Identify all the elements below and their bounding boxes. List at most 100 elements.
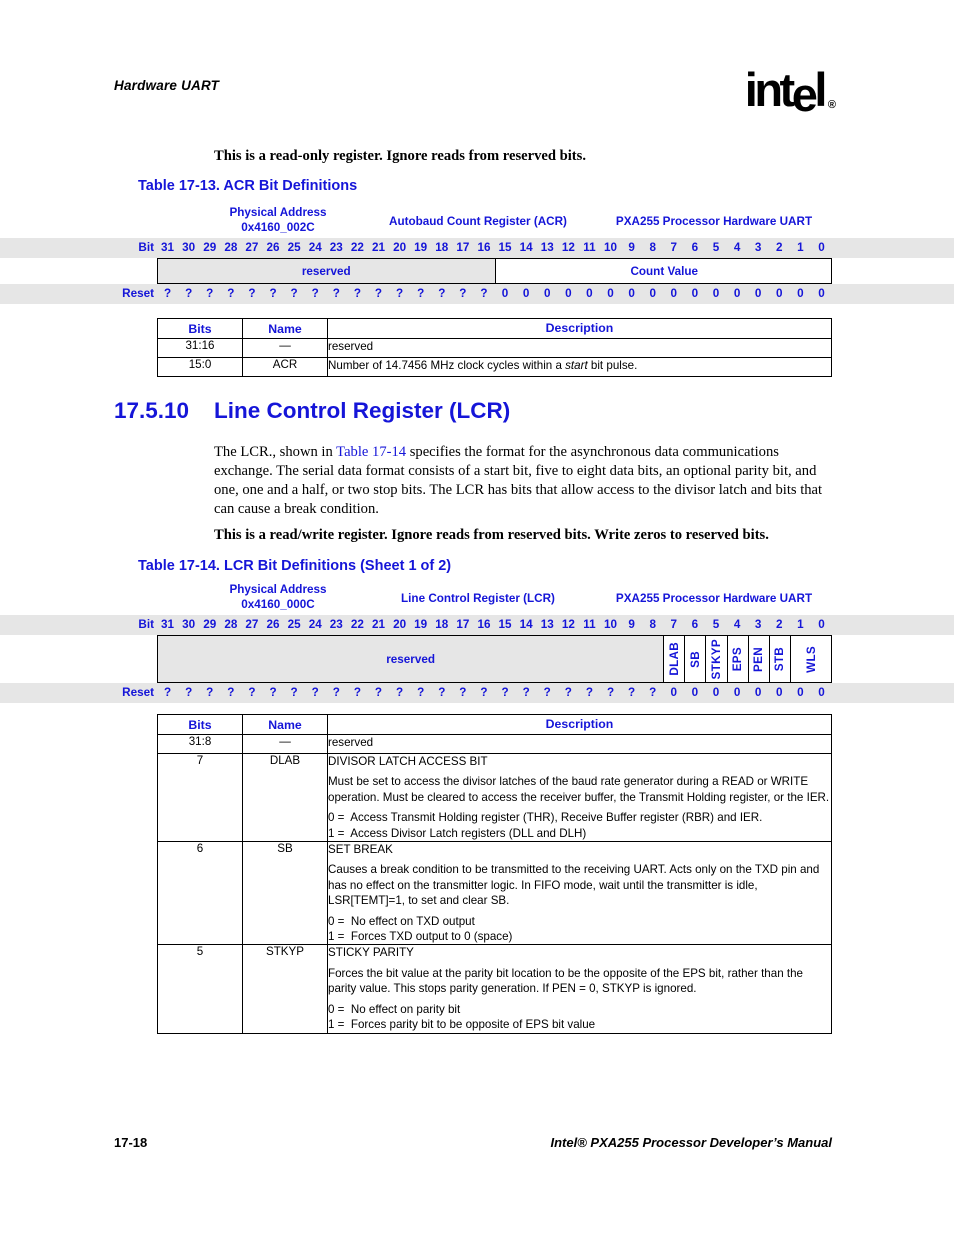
reset-value: ? <box>269 287 277 300</box>
cell-name: — <box>242 734 328 754</box>
footer-manual-brand: Intel <box>550 1135 578 1150</box>
acr-bit-definitions-table: Bits Name Description 31:16— reserved 15:0 ACR… <box>157 318 832 377</box>
table-row: 5 STKYP STICKY PARITY Forces the bit value … <box>157 944 832 1034</box>
register-field-label: reserved <box>386 652 435 666</box>
table-row: 6 SB SET BREAK Causes a break condition to … <box>157 841 832 946</box>
bit-number: 16 <box>477 618 491 631</box>
description-heading: STICKY PARITY <box>328 946 414 960</box>
reset-value: ? <box>206 686 214 699</box>
reset-value: 0 <box>797 686 804 699</box>
register-field-label: STKYP <box>709 638 723 680</box>
reset-value: 0 <box>712 287 720 300</box>
cell-description: reserved <box>327 734 832 754</box>
register-field-label: EPS <box>731 646 745 672</box>
register-field-label: reserved <box>301 264 351 278</box>
description-body: Causes a break condition to be transmitt… <box>328 863 820 908</box>
reset-value: ? <box>459 287 467 300</box>
bit-number: 7 <box>670 618 678 631</box>
description-heading: DIVISOR LATCH ACCESS BIT <box>328 755 488 768</box>
footer-registered-icon: ® <box>577 1135 587 1150</box>
register-field-label: WLS <box>805 645 819 673</box>
register-field-label: PEN <box>752 646 766 672</box>
cell-description: reserved <box>327 338 832 358</box>
description-body: Must be set to access the divisor latche… <box>328 775 830 804</box>
bit-number: 18 <box>435 618 449 631</box>
cell-bits: 15:0 <box>157 357 243 377</box>
bit-number: 3 <box>754 618 762 631</box>
footer-manual-name: PXA255 Processor Developer’s Manual <box>586 1135 832 1150</box>
unit-name-caption: PXA255 Processor Hardware UART <box>615 592 813 605</box>
reset-value: 0 <box>797 287 804 300</box>
bit-number: 1 <box>797 241 804 254</box>
cell-description: Number of 14.7456 MHz clock cycles withi… <box>327 357 832 377</box>
section-title: Line Control Register (LCR) <box>214 398 511 423</box>
reset-value: ? <box>332 686 340 699</box>
bit-number: 30 <box>182 241 196 254</box>
reset-value: ? <box>374 686 383 699</box>
footer-manual-title: Intel® PXA255 Processor Developer’s Manu… <box>550 1135 832 1150</box>
register-fields: reserved DLAB SB STKYP EPS PEN STB WLS <box>157 635 832 683</box>
bit-number: 20 <box>393 241 407 254</box>
register-field-reserved: reserved <box>158 636 665 682</box>
cell-name: — <box>242 338 328 358</box>
bit-number: 14 <box>519 241 533 254</box>
cell-name: DLAB <box>242 752 328 843</box>
reset-value: ? <box>480 686 488 699</box>
bit-number: 27 <box>245 618 259 631</box>
table-17-14-crossref-link[interactable]: Table 17-14 <box>336 444 406 460</box>
footer-page-number: 17-18 <box>114 1135 148 1150</box>
bit-number: 20 <box>393 618 407 631</box>
reset-value: ? <box>543 686 551 699</box>
bit-number: 8 <box>649 241 656 254</box>
column-header-name: Name <box>242 714 328 735</box>
reset-value: ? <box>438 287 446 300</box>
description-value-one: 1 = Access Divisor Latch registers (DLL … <box>328 826 587 840</box>
physical-address-value: 0x4160_002C <box>241 220 315 234</box>
cell-bits: 31:16 <box>157 338 243 358</box>
description-body: reserved <box>328 736 374 749</box>
register-diagram-captions: Physical Address 0x4160_000C Line Control … <box>0 583 954 615</box>
bit-number: 9 <box>628 618 635 631</box>
table-17-14-title: Table 17-14. LCR Bit Definitions (Sheet … <box>138 558 452 574</box>
bit-number: 8 <box>649 618 656 631</box>
bit-row-label: Bit <box>138 241 154 254</box>
register-diagram-captions: Physical Address 0x4160_002C Autobaud Coun… <box>0 206 954 238</box>
reset-value: ? <box>163 686 172 699</box>
reset-value: 0 <box>754 686 762 699</box>
bit-number: 5 <box>712 241 720 254</box>
description-value-zero: 0 = No effect on parity bit <box>328 1002 461 1016</box>
bit-number: 0 <box>818 618 825 631</box>
bit-number: 29 <box>203 618 217 631</box>
lcr-bit-definitions-table: Bits Name Description 31:8— reserved 7 DLAB DIV… <box>157 714 832 1034</box>
reset-value: ? <box>649 686 657 699</box>
reset-value: 0 <box>501 287 509 300</box>
bit-number: 23 <box>329 241 343 254</box>
bit-number: 12 <box>561 618 575 631</box>
table-17-13-title: Table 17-13. ACR Bit Definitions <box>138 178 358 194</box>
reset-value: 0 <box>522 287 530 300</box>
bit-number: 19 <box>414 618 428 631</box>
register-field-count-value: Count Value <box>496 259 834 283</box>
bit-number: 21 <box>371 241 385 254</box>
bit-number: 23 <box>329 618 343 631</box>
reset-value: ? <box>353 686 361 699</box>
reset-value: ? <box>606 686 615 699</box>
description-body: Forces the bit value at the parity bit l… <box>328 966 803 996</box>
register-fields: reserved Count Value <box>157 258 832 284</box>
register-field-label: SB <box>688 650 702 668</box>
bit-number: 22 <box>350 618 364 631</box>
registered-trademark-icon: ® <box>827 99 836 111</box>
bit-number: 1 <box>797 618 804 631</box>
register-field-eps: EPS <box>728 636 749 682</box>
bit-number: 7 <box>670 241 678 254</box>
bit-number: 19 <box>414 241 428 254</box>
bit-number: 21 <box>371 618 385 631</box>
intel-logo: intel ® <box>745 66 836 118</box>
register-field-band: reserved DLAB SB STKYP EPS PEN STB WLS <box>0 635 954 683</box>
bit-number: 2 <box>776 618 783 631</box>
bit-number: 11 <box>583 241 596 254</box>
table-row: 15:0 ACR Number of 14.7456 MHz clock cycle… <box>157 357 832 377</box>
table-header-row: Bits Name Description <box>157 714 832 735</box>
reset-value: 0 <box>670 686 678 699</box>
bit-number: 15 <box>498 618 512 631</box>
